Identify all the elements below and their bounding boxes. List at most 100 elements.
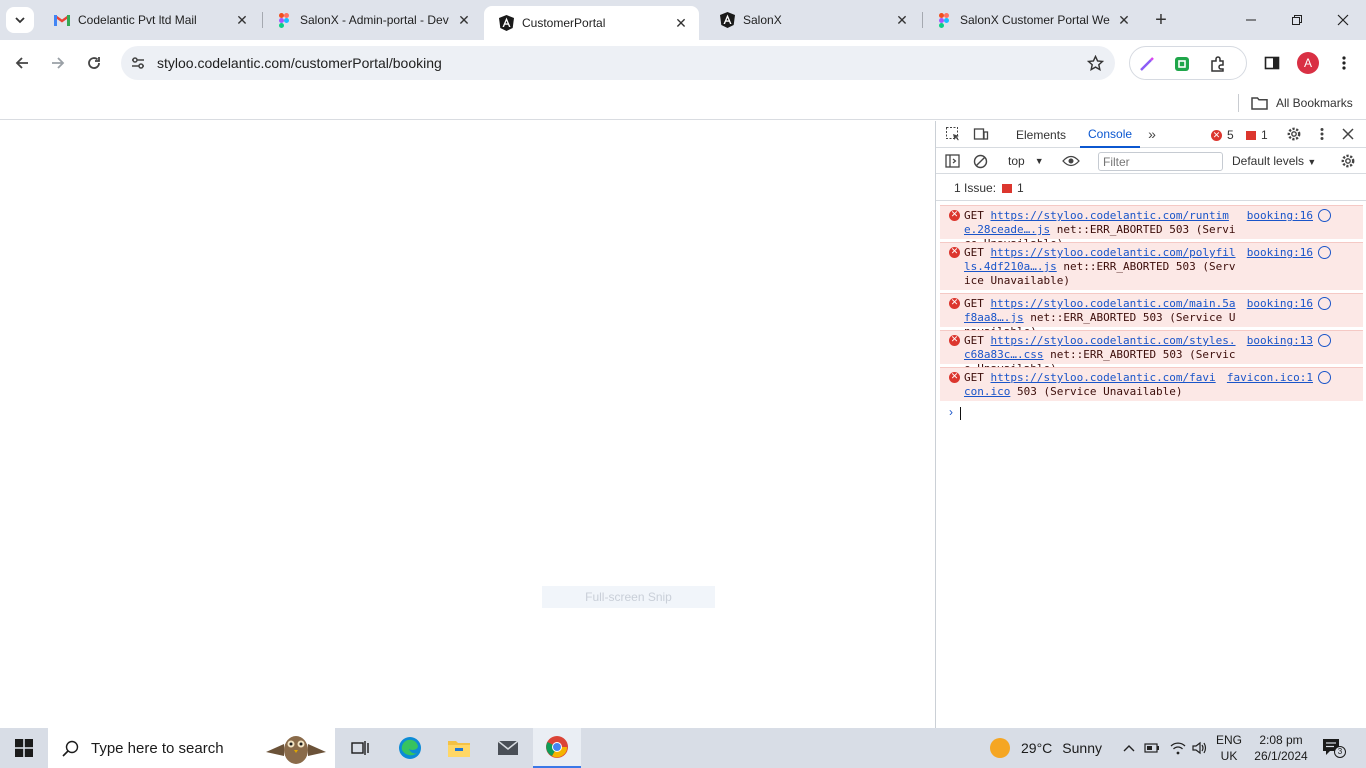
request-url-part2[interactable]: f8aa8….js	[964, 311, 1024, 324]
chevron-down-icon	[15, 17, 25, 24]
close-window-button[interactable]	[1320, 0, 1366, 40]
clock[interactable]: 2:08 pm 26/1/2024	[1254, 732, 1308, 764]
tab-console[interactable]: Console	[1080, 121, 1141, 148]
source-link[interactable]: favicon.ico:1	[1227, 371, 1313, 385]
language-region: UK	[1220, 749, 1238, 763]
profile-avatar[interactable]: A	[1297, 52, 1319, 74]
address-bar[interactable]: styloo.codelantic.com/customerPortal/boo…	[121, 46, 1115, 80]
console-error-message: ✕ GET https://styloo.codelantic.com/styl…	[940, 330, 1363, 375]
pen-extension-icon[interactable]	[1137, 54, 1157, 74]
dropdown-arrow-icon: ▼	[1034, 156, 1044, 166]
tab-search-button[interactable]	[6, 7, 34, 33]
url-text[interactable]: styloo.codelantic.com/customerPortal/boo…	[157, 55, 442, 71]
browser-menu-button[interactable]	[1330, 49, 1358, 77]
request-url-part2[interactable]: e.28ceade….js	[964, 223, 1050, 236]
folder-icon	[1251, 97, 1268, 110]
file-explorer-app[interactable]	[435, 728, 483, 768]
source-link[interactable]: booking:16	[1247, 246, 1313, 260]
start-button[interactable]	[0, 728, 48, 768]
weather-widget[interactable]: 29°C Sunny	[990, 728, 1102, 768]
green-extension-icon[interactable]	[1172, 54, 1192, 74]
side-panel-button[interactable]	[1258, 49, 1286, 77]
close-tab-icon[interactable]: ✕	[894, 12, 910, 28]
request-url-part2[interactable]: c68a83c….css	[964, 348, 1043, 361]
battery-tray-icon[interactable]	[1142, 728, 1162, 768]
close-devtools-icon[interactable]	[1338, 124, 1358, 144]
tab-salonx-web[interactable]: SalonX Customer Portal Web ✕	[922, 0, 1142, 40]
close-tab-icon[interactable]: ✕	[673, 15, 689, 31]
chrome-app[interactable]	[533, 728, 581, 768]
show-hidden-icons-button[interactable]	[1119, 728, 1139, 768]
site-settings-icon[interactable]	[130, 55, 146, 71]
network-globe-icon[interactable]	[1318, 246, 1331, 259]
tab-customer-portal[interactable]: CustomerPortal ✕	[484, 6, 699, 40]
notification-center-button[interactable]: 3	[1322, 738, 1346, 758]
puzzle-extensions-icon[interactable]	[1208, 54, 1228, 74]
request-url-part1[interactable]: https://styloo.codelantic.com/styles.	[991, 334, 1236, 347]
chevron-up-icon	[1123, 745, 1135, 752]
device-toolbar-icon[interactable]	[971, 124, 991, 144]
issue-count-badge[interactable]: 1	[1246, 128, 1268, 142]
request-url-part1[interactable]: https://styloo.codelantic.com/main.5a	[991, 297, 1236, 310]
side-panel-icon	[1264, 56, 1280, 70]
bookmark-star-icon[interactable]	[1085, 53, 1105, 73]
close-tab-icon[interactable]: ✕	[234, 12, 250, 28]
network-globe-icon[interactable]	[1318, 297, 1331, 310]
console-error-message: ✕ GET https://styloo.codelantic.com/favi…	[940, 367, 1363, 401]
reload-button[interactable]	[80, 49, 108, 77]
back-button[interactable]	[8, 49, 36, 77]
eye-icon[interactable]	[1061, 151, 1081, 171]
log-levels-dropdown[interactable]: Default levels ▼	[1232, 154, 1316, 168]
source-link[interactable]: booking:13	[1247, 334, 1313, 348]
network-globe-icon[interactable]	[1318, 334, 1331, 347]
error-count-badge[interactable]: ✕ 5	[1211, 128, 1234, 142]
network-globe-icon[interactable]	[1318, 209, 1331, 222]
sidebar-toggle-icon[interactable]	[942, 151, 962, 171]
gear-icon[interactable]	[1284, 124, 1304, 144]
mail-app[interactable]	[484, 728, 532, 768]
error-icon: ✕	[949, 298, 960, 309]
request-url-part2[interactable]: ls.4df210a….js	[964, 260, 1057, 273]
close-tab-icon[interactable]: ✕	[1116, 12, 1132, 28]
close-tab-icon[interactable]: ✕	[456, 12, 472, 28]
tab-salonx[interactable]: SalonX ✕	[705, 0, 920, 40]
reload-icon	[88, 57, 100, 69]
source-link[interactable]: booking:16	[1247, 209, 1313, 223]
tab-elements[interactable]: Elements	[1016, 121, 1066, 148]
request-url-part1[interactable]: https://styloo.codelantic.com/runtim	[991, 209, 1229, 222]
tab-mail[interactable]: Codelantic Pvt ltd Mail ✕	[40, 0, 260, 40]
language-indicator[interactable]: ENG UK	[1216, 732, 1242, 764]
taskbar-search[interactable]: Type here to search	[48, 728, 335, 768]
context-selector[interactable]: top ▼	[1008, 154, 1044, 168]
tab-admin-portal[interactable]: SalonX - Admin-portal - Dev ✕	[262, 0, 482, 40]
issue-count: 1	[1261, 128, 1268, 142]
more-tabs-icon[interactable]: »	[1142, 124, 1162, 144]
source-link[interactable]: booking:16	[1247, 297, 1313, 311]
angular-icon	[719, 12, 735, 28]
inspect-element-icon[interactable]	[943, 124, 963, 144]
request-url-part1[interactable]: https://styloo.codelantic.com/polyfil	[991, 246, 1236, 259]
clear-console-icon[interactable]	[970, 151, 990, 171]
tab-title: CustomerPortal	[522, 16, 606, 30]
filter-input[interactable]	[1098, 152, 1223, 171]
error-icon: ✕	[949, 372, 960, 383]
forward-button[interactable]	[44, 49, 72, 77]
all-bookmarks-button[interactable]: All Bookmarks	[1251, 92, 1353, 114]
request-url-part1[interactable]: https://styloo.codelantic.com/favi	[991, 371, 1216, 384]
error-detail: 503 (Service Unavailable)	[1010, 385, 1183, 398]
restore-button[interactable]	[1274, 0, 1320, 40]
console-settings-gear-icon[interactable]	[1338, 151, 1358, 171]
volume-tray-icon[interactable]	[1190, 728, 1210, 768]
devtools-tabbar: Elements Console » ✕ 5 1	[936, 121, 1366, 148]
issues-bar[interactable]: 1 Issue: 1	[936, 174, 1366, 201]
wifi-tray-icon[interactable]	[1168, 728, 1188, 768]
minimize-button[interactable]	[1228, 0, 1274, 40]
more-vert-icon[interactable]	[1312, 124, 1332, 144]
console-input[interactable]	[960, 407, 961, 420]
edge-app[interactable]	[386, 728, 434, 768]
http-method: GET	[964, 334, 984, 347]
new-tab-button[interactable]: +	[1148, 8, 1174, 32]
task-view-button[interactable]	[336, 728, 384, 768]
request-url-part2[interactable]: con.ico	[964, 385, 1010, 398]
network-globe-icon[interactable]	[1318, 371, 1331, 384]
